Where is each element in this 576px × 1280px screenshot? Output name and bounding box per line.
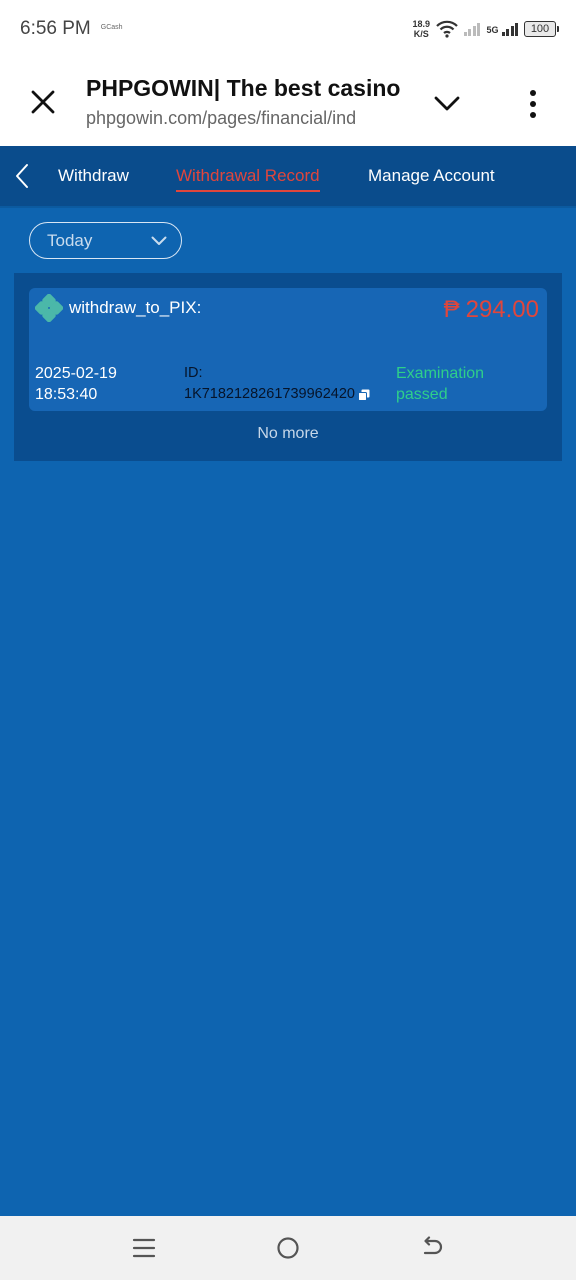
signal-sim2-icon [501, 22, 518, 36]
menu-icon [132, 1238, 156, 1258]
status-time: 6:56 PM [20, 18, 91, 39]
chevron-down-icon [151, 236, 167, 246]
system-back-button[interactable] [417, 1234, 447, 1262]
browser-toolbar: PHPGOWIN| The best casino phpgowin.com/p… [0, 58, 576, 146]
chevron-left-icon [16, 164, 28, 188]
list-end-text: No more [257, 425, 319, 442]
record-card[interactable]: withdraw_to_PIX: ₱ 294.00 2025-02-19 18:5… [29, 288, 547, 411]
date-filter-value: Today [47, 230, 93, 250]
status-bar: 6:56 PM GCash 18.9 K/S 5G 100 [0, 0, 576, 58]
pix-icon [35, 294, 63, 322]
tab-withdraw[interactable]: Withdraw [58, 166, 129, 186]
home-circle-icon [277, 1237, 299, 1259]
status-icons: 18.9 K/S 5G 100 [412, 19, 559, 39]
system-nav-bar [0, 1216, 576, 1280]
currency-symbol: ₱ [443, 296, 460, 323]
back-button[interactable] [0, 145, 44, 207]
back-arrow-icon [423, 1236, 443, 1255]
copy-icon[interactable] [357, 389, 370, 401]
page-title: PHPGOWIN| The best casino [86, 75, 401, 101]
battery-icon: 100 [524, 21, 559, 37]
close-button[interactable] [0, 58, 86, 146]
home-button[interactable] [273, 1234, 303, 1262]
record-datetime: 2025-02-19 18:53:40 [35, 363, 117, 405]
record-time: 18:53:40 [35, 386, 98, 403]
record-date: 2025-02-19 [35, 365, 117, 382]
battery-level: 100 [530, 23, 550, 35]
more-vert-icon [530, 90, 536, 96]
record-status: Examination passed [396, 363, 484, 405]
network-speed: 18.9 K/S [412, 19, 430, 39]
record-status-line1: Examination [396, 365, 485, 382]
record-id-label: ID: [184, 365, 203, 381]
network-speed-unit: K/S [413, 29, 429, 39]
browser-title-block[interactable]: PHPGOWIN| The best casino phpgowin.com/p… [86, 75, 406, 129]
withdraw-amount: ₱ 294.00 [444, 296, 539, 324]
record-id-value: 1K7182128261739962420 [184, 386, 355, 402]
signal-sim1-icon [463, 22, 481, 36]
network-speed-value: 18.9 [412, 19, 430, 29]
network-type: 5G [486, 25, 499, 35]
withdraw-method: withdraw_to_PIX: [69, 298, 202, 317]
record-list: withdraw_to_PIX: ₱ 294.00 2025-02-19 18:5… [14, 273, 562, 461]
date-filter-select[interactable]: Today [29, 222, 182, 259]
wifi-icon [436, 20, 458, 38]
tab-withdrawal-record[interactable]: Withdrawal Record [176, 166, 320, 192]
app-nav-bar: Withdraw Withdrawal Record Manage Accoun… [0, 146, 576, 208]
close-icon [31, 90, 55, 114]
tab-manage-account[interactable]: Manage Account [368, 166, 495, 186]
more-options-button[interactable] [515, 84, 551, 124]
expand-button[interactable] [425, 84, 469, 124]
recent-apps-button[interactable] [129, 1234, 159, 1262]
record-status-line2: passed [396, 386, 448, 403]
page-url: phpgowin.com/pages/financial/ind [86, 108, 357, 128]
amount-value: 294.00 [465, 296, 539, 323]
chevron-down-icon [434, 96, 460, 111]
status-app-indicator: GCash [100, 23, 123, 31]
record-id: ID: 1K7182128261739962420 [184, 363, 370, 405]
